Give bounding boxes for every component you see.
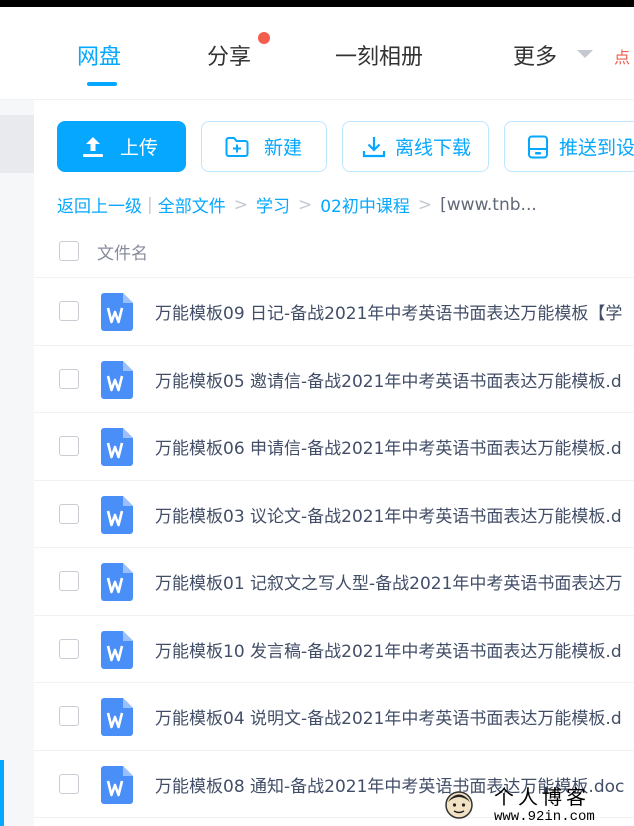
- file-row[interactable]: 万能模板05 邀请信-备战2021年中考英语书面表达万能模板.d: [34, 346, 634, 413]
- file-name[interactable]: 万能模板09 日记-备战2021年中考英语书面表达万能模板【学: [155, 299, 622, 324]
- left-sidebar: [0, 100, 34, 826]
- column-file-name[interactable]: 文件名: [97, 239, 148, 264]
- word-doc-icon: [101, 698, 133, 736]
- word-doc-icon: [101, 360, 133, 399]
- file-checkbox[interactable]: [59, 436, 79, 456]
- file-checkbox[interactable]: [59, 773, 79, 794]
- device-icon: [528, 135, 548, 158]
- file-name[interactable]: 万能模板05 邀请信-备战2021年中考英语书面表达万能模板.d: [155, 367, 622, 392]
- file-row[interactable]: 万能模板06 申请信-备战2021年中考英语书面表达万能模板.d: [34, 413, 634, 481]
- breadcrumb: 返回上一级 | 全部文件 > 学习 > 02初中课程 > [www.tnb...: [57, 192, 537, 218]
- nav-truncated-text[interactable]: 点: [614, 44, 630, 68]
- file-name[interactable]: 万能模板01 记叙文之写人型-备战2021年中考英语书面表达万: [155, 569, 622, 594]
- watermark-url: www.92in.com: [494, 808, 595, 825]
- file-row[interactable]: 万能模板01 记叙文之写人型-备战2021年中考英语书面表达万: [34, 548, 634, 616]
- top-nav: 网盘 分享 一刻相册 更多 点: [0, 7, 634, 100]
- word-doc-icon: [101, 495, 133, 534]
- push-to-device-button[interactable]: 推送到设: [504, 121, 634, 172]
- nav-tab-moment-album[interactable]: 一刻相册: [335, 39, 423, 71]
- new-label: 新建: [264, 137, 303, 159]
- file-row[interactable]: 万能模板10 发言稿-备战2021年中考英语书面表达万能模板.d: [34, 616, 634, 683]
- nav-tab-netdisk[interactable]: 网盘: [77, 39, 121, 71]
- file-checkbox[interactable]: [59, 638, 79, 659]
- breadcrumb-study[interactable]: 学习: [256, 192, 290, 217]
- sidebar-item-selected[interactable]: [0, 115, 34, 173]
- active-tab-indicator: [87, 82, 117, 86]
- breadcrumb-middle-school[interactable]: 02初中课程: [320, 192, 410, 217]
- watermark-title: 个人博客: [494, 784, 590, 809]
- breadcrumb-current: [www.tnb...: [440, 194, 537, 215]
- select-all-checkbox[interactable]: [59, 241, 79, 261]
- file-row[interactable]: 万能模板09 日记-备战2021年中考英语书面表达万能模板【学: [34, 278, 634, 346]
- file-name[interactable]: 万能模板04 说明文-备战2021年中考英语书面表达万能模板.d: [155, 704, 622, 729]
- file-row[interactable]: 万能模板03 议论文-备战2021年中考英语书面表达万能模板.d: [34, 481, 634, 548]
- top-black-strip: [0, 0, 634, 7]
- sidebar-active-marker: [0, 760, 4, 826]
- file-checkbox[interactable]: [59, 706, 79, 726]
- upload-icon: [83, 136, 103, 157]
- download-icon: [362, 136, 386, 157]
- breadcrumb-separator: >: [297, 194, 313, 215]
- share-notification-dot: [258, 32, 270, 44]
- file-checkbox[interactable]: [59, 301, 79, 321]
- file-name[interactable]: 万能模板06 申请信-备战2021年中考英语书面表达万能模板.d: [155, 434, 622, 459]
- breadcrumb-back[interactable]: 返回上一级: [57, 192, 142, 217]
- offline-download-button[interactable]: 离线下载: [342, 121, 489, 172]
- word-doc-icon: [101, 630, 133, 669]
- file-checkbox[interactable]: [59, 503, 79, 524]
- file-checkbox[interactable]: [59, 571, 79, 591]
- breadcrumb-divider: |: [147, 194, 153, 215]
- new-folder-button[interactable]: 新建: [201, 121, 327, 172]
- file-list: 万能模板09 日记-备战2021年中考英语书面表达万能模板【学 万能模板05 邀…: [34, 278, 634, 818]
- offline-label: 离线下载: [395, 137, 472, 159]
- word-doc-icon: [101, 765, 133, 804]
- word-doc-icon: [101, 293, 133, 331]
- watermark: 个人博客 www.92in.com: [440, 784, 634, 826]
- chevron-down-icon[interactable]: [577, 50, 593, 58]
- breadcrumb-separator: >: [233, 194, 248, 215]
- word-doc-icon: [101, 563, 133, 601]
- file-checkbox[interactable]: [59, 368, 79, 389]
- nav-tab-share[interactable]: 分享: [207, 39, 251, 71]
- file-row[interactable]: 万能模板04 说明文-备战2021年中考英语书面表达万能模板.d: [34, 683, 634, 751]
- upload-label: 上传: [120, 137, 159, 159]
- breadcrumb-all-files[interactable]: 全部文件: [158, 192, 226, 217]
- breadcrumb-separator: >: [417, 194, 433, 215]
- upload-button[interactable]: 上传: [57, 121, 186, 172]
- file-name[interactable]: 万能模板10 发言稿-备战2021年中考英语书面表达万能模板.d: [155, 637, 622, 662]
- file-name[interactable]: 万能模板03 议论文-备战2021年中考英语书面表达万能模板.d: [155, 502, 622, 527]
- file-list-header: 文件名: [34, 226, 634, 278]
- push-label: 推送到设: [559, 137, 634, 159]
- blog-logo-icon: [445, 791, 473, 819]
- nav-tab-more[interactable]: 更多: [513, 39, 557, 71]
- word-doc-icon: [101, 428, 133, 466]
- new-folder-icon: [225, 136, 249, 157]
